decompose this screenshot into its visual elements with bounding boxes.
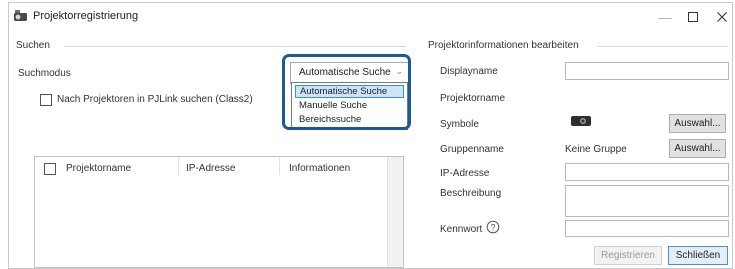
maximize-icon (688, 12, 698, 22)
column-separator (178, 157, 179, 175)
search-mode-label: Suchmodus (18, 68, 71, 79)
column-header-information[interactable]: Informationen (289, 163, 350, 174)
description-label: Beschreibung (440, 188, 502, 199)
edit-group-divider (598, 46, 728, 47)
column-header-projector-name[interactable]: Projektorname (66, 163, 131, 174)
group-name-label: Gruppenname (440, 144, 504, 155)
help-icon[interactable]: ? (486, 220, 500, 234)
table-scrollbar[interactable] (387, 157, 403, 267)
window-title: Projektorregistrierung (33, 10, 139, 22)
ip-address-label: IP-Adresse (440, 168, 490, 179)
display-name-label: Displayname (440, 66, 498, 77)
svg-text:?: ? (490, 222, 495, 232)
projector-app-icon (13, 9, 29, 23)
select-all-checkbox[interactable] (44, 163, 56, 175)
pjlink-checkbox[interactable] (40, 94, 52, 106)
group-name-value: Keine Gruppe (565, 144, 627, 155)
edit-group-label: Projektorinformationen bearbeiten (428, 40, 583, 51)
projector-name-label: Projektorname (440, 93, 506, 104)
column-header-ip-address[interactable]: IP-Adresse (186, 163, 235, 174)
search-group-label: Suchen (16, 40, 54, 51)
column-separator (279, 157, 280, 175)
pjlink-checkbox-label: Nach Projektoren in PJLink suchen (Class… (57, 94, 253, 105)
dropdown-highlight-frame (282, 54, 411, 130)
password-label: Kennwort (440, 224, 483, 235)
search-group-divider (64, 46, 406, 47)
projector-list-table[interactable]: Projektorname IP-Adresse Informationen (34, 156, 404, 268)
description-field[interactable] (565, 185, 729, 217)
ip-address-field[interactable] (565, 163, 729, 181)
symbol-label: Symbole (440, 119, 479, 130)
projector-symbol-icon (570, 114, 592, 128)
password-field[interactable] (565, 220, 729, 237)
display-name-field[interactable] (565, 62, 729, 80)
close-button[interactable]: Schließen (668, 246, 728, 265)
group-choose-button[interactable]: Auswahl... (669, 139, 726, 158)
symbol-choose-button[interactable]: Auswahl... (669, 114, 726, 133)
close-window-button[interactable] (702, 3, 735, 31)
register-button[interactable]: Registrieren (594, 246, 662, 265)
close-icon (717, 12, 727, 22)
title-bar: Projektorregistrierung — (9, 3, 730, 31)
